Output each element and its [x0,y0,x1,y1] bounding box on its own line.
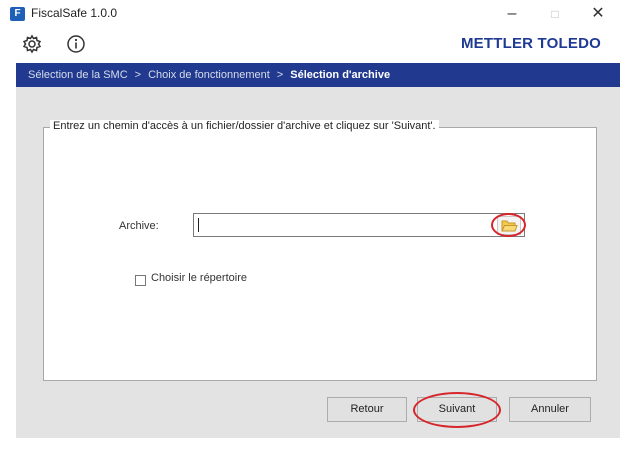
breadcrumb-separator: > [276,69,284,81]
instruction-text: Entrez un chemin d'accès à un fichier/do… [50,120,439,132]
brand-logo: METTLER TOLEDO [460,35,601,52]
text-caret [198,218,199,232]
archive-groupbox [43,127,597,381]
breadcrumb-step-current: Sélection d'archive [290,69,391,81]
breadcrumb-separator: > [134,69,142,81]
window-title: FiscalSafe 1.0.0 [31,6,118,20]
app-icon: F [10,7,25,21]
back-button[interactable]: Retour [327,397,407,422]
minimize-button[interactable]: – [497,2,527,26]
archive-input[interactable] [193,213,525,237]
breadcrumb-step-2[interactable]: Choix de fonctionnement [148,69,270,81]
highlight-ring [413,392,501,428]
gear-icon[interactable] [22,34,42,54]
choose-directory-label[interactable]: Choisir le répertoire [151,272,247,284]
breadcrumb-step-1[interactable]: Sélection de la SMC [28,69,128,81]
highlight-ring [491,213,526,237]
close-button[interactable]: ✕ [583,2,613,26]
info-icon[interactable] [66,34,86,54]
choose-directory-checkbox[interactable] [135,275,146,286]
maximize-button[interactable]: □ [540,2,570,26]
cancel-button[interactable]: Annuler [509,397,591,422]
archive-label: Archive: [119,220,159,232]
breadcrumb: Sélection de la SMC > Choix de fonctionnem… [16,63,620,87]
